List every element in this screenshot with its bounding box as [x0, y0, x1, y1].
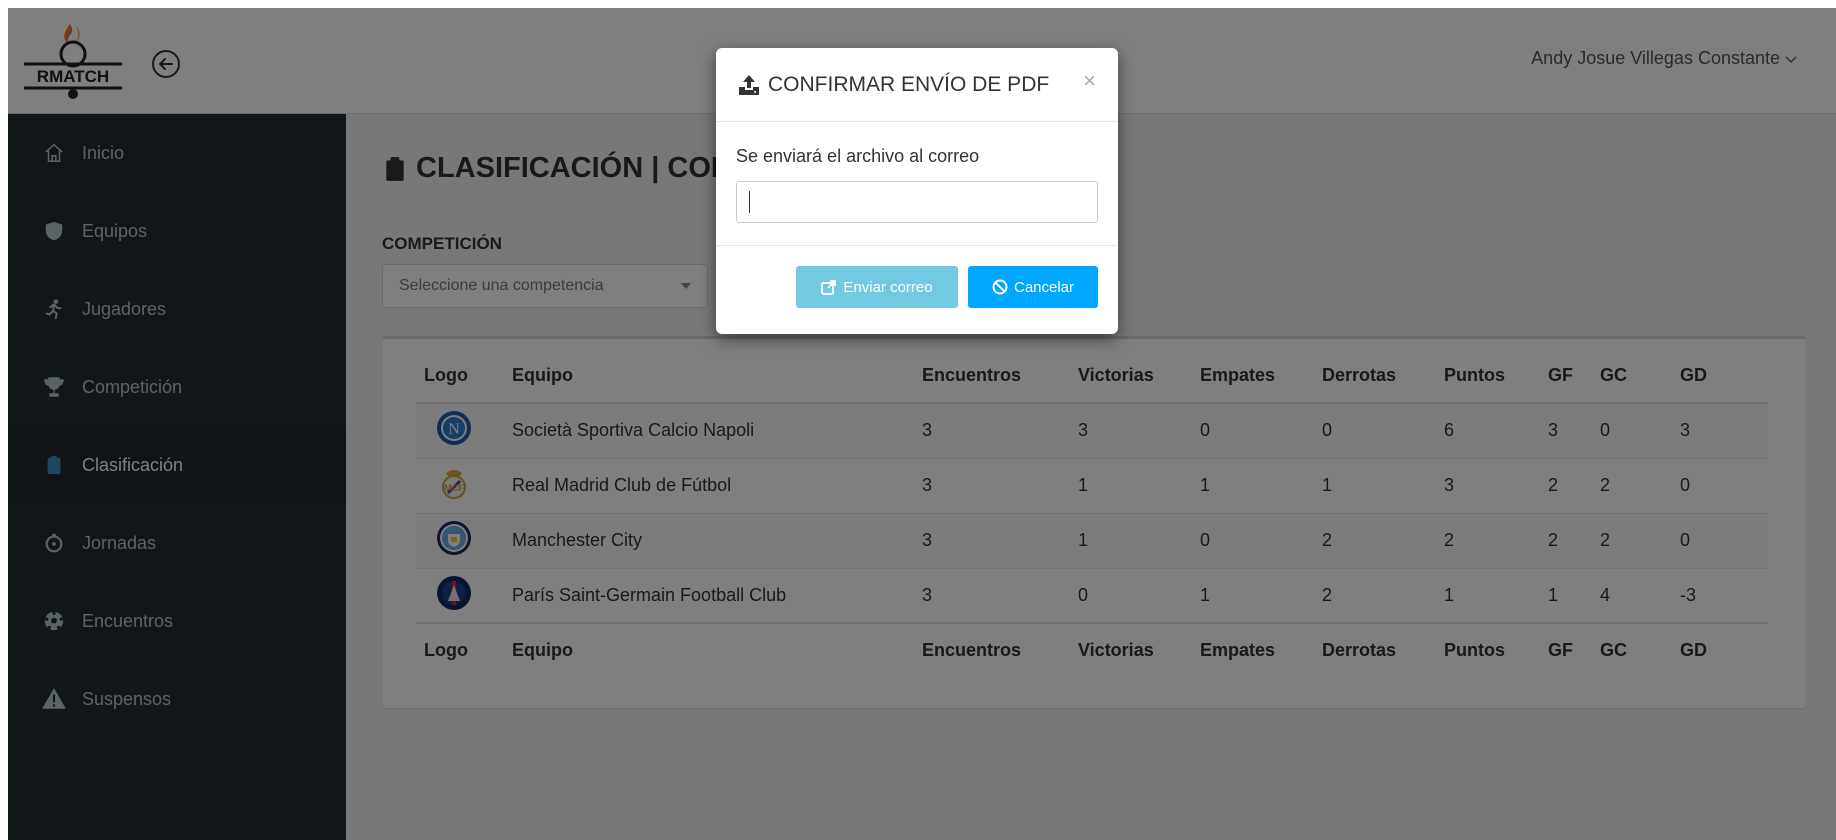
modal-title: CONFIRMAR ENVÍO DE PDF [736, 73, 1049, 97]
cancel-button[interactable]: Cancelar [968, 266, 1098, 308]
text-cursor [749, 191, 750, 213]
share-icon [821, 280, 837, 295]
modal-title-text: CONFIRMAR ENVÍO DE PDF [768, 72, 1050, 96]
cancel-label: Cancelar [1013, 278, 1075, 296]
app-window: RMATCH Andy Josue Villegas Constante Ini… [8, 8, 1836, 840]
close-icon[interactable]: × [1083, 68, 1096, 94]
confirm-pdf-modal: CONFIRMAR ENVÍO DE PDF × Se enviará el a… [716, 48, 1118, 334]
modal-footer: Enviar correo Cancelar [716, 246, 1118, 328]
ban-icon [992, 279, 1008, 295]
send-email-button[interactable]: Enviar correo [796, 266, 958, 308]
email-field[interactable] [736, 181, 1098, 223]
modal-body: Se enviará el archivo al correo [716, 122, 1118, 246]
modal-header: CONFIRMAR ENVÍO DE PDF × [716, 48, 1118, 122]
send-email-label: Enviar correo [843, 278, 933, 296]
upload-icon [739, 74, 759, 95]
modal-message: Se enviará el archivo al correo [736, 146, 980, 166]
